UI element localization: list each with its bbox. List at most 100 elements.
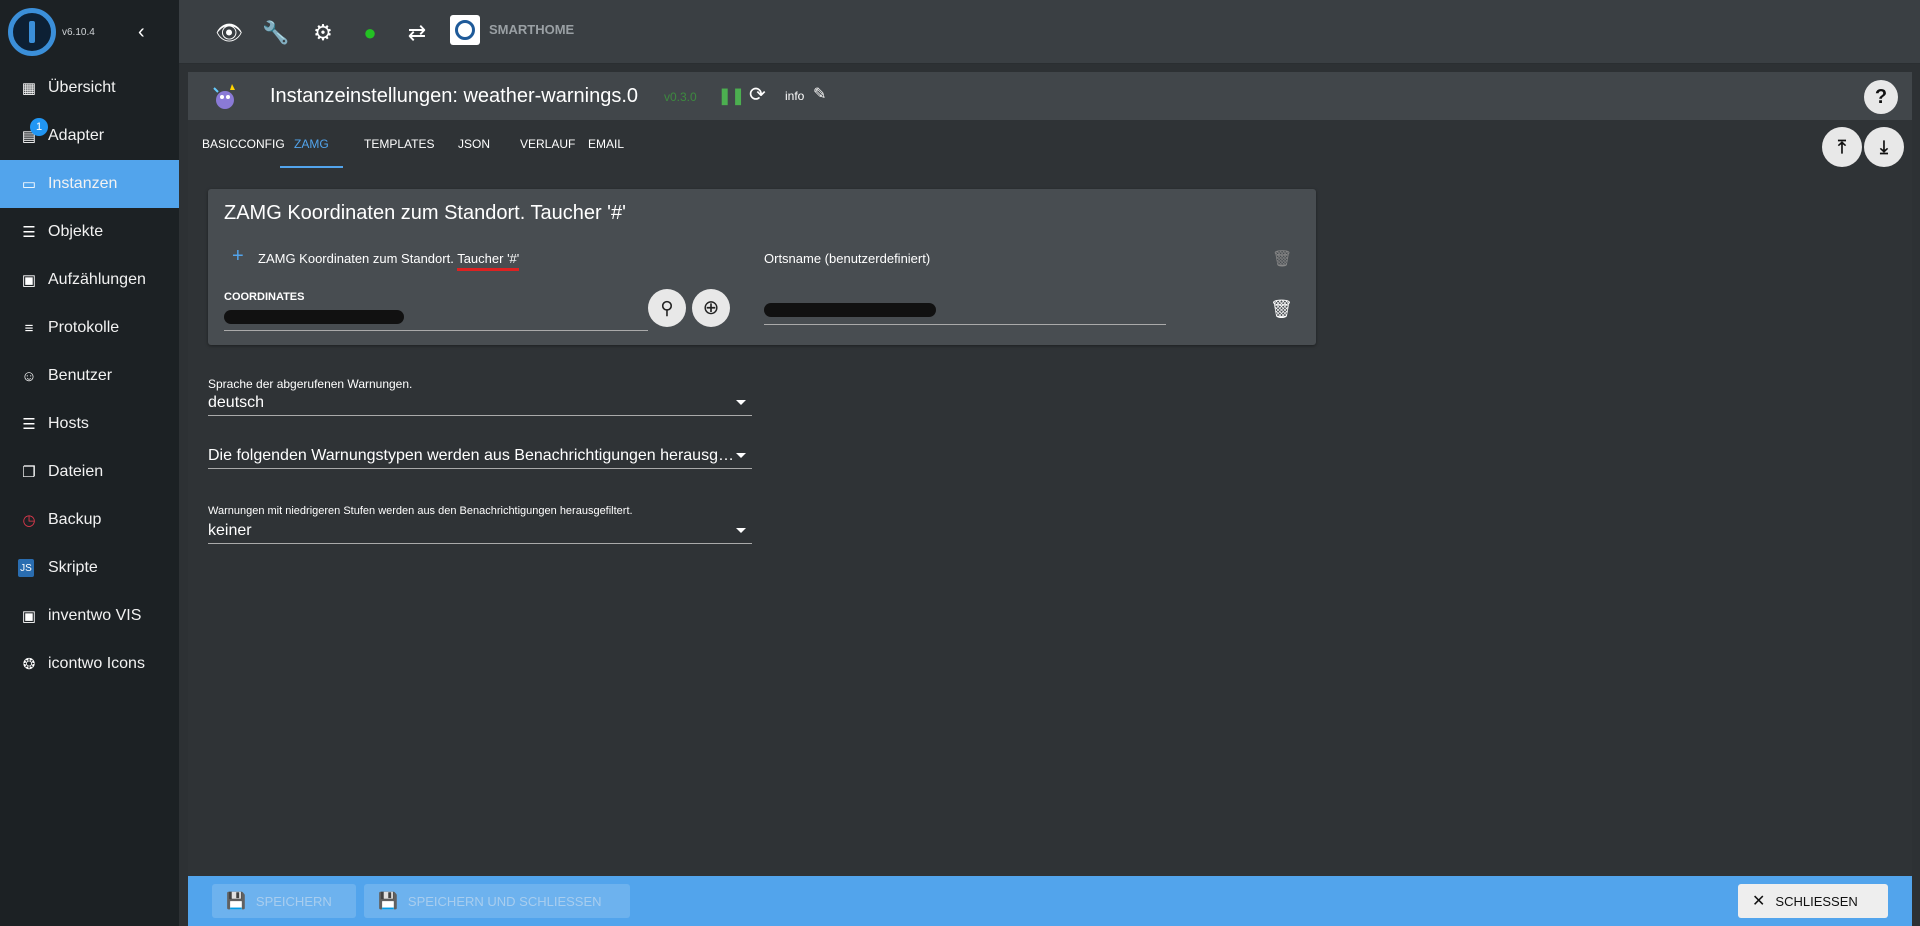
close-icon: ✕ [1752,893,1766,910]
column-header-prefix: ZAMG Koordinaten zum Standort. [258,251,458,266]
zamg-coordinates-table: ZAMG Koordinaten zum Standort. Taucher '… [208,189,1316,345]
warning-types-filter-select[interactable]: Die folgenden Warnungstypen werden aus B… [208,443,752,469]
tab-templates[interactable]: TEMPLATES [350,120,448,168]
js-icon: JS [18,559,34,577]
panel-title: ZAMG Koordinaten zum Standort. Taucher '… [224,202,626,224]
smarthome-logo[interactable] [450,15,480,45]
sidebar: v6.10.4 ‹ ▦ Übersicht ▤ Adapter 1 ▭ Instanzen ☰… [0,0,179,926]
sidebar-item-hosts[interactable]: ☰ Hosts [0,400,179,448]
collapse-menu-icon[interactable]: ‹ [138,21,145,44]
sidebar-header: v6.10.4 ‹ [0,0,179,64]
coordinates-label: COORDINATES [224,291,305,303]
redacted-location-name [764,303,936,317]
instance-settings-dialog: Instanzeinstellungen: weather-warnings.0… [188,72,1912,926]
delete-row-icon[interactable]: 🗑 [1270,299,1293,320]
list-icon: ☰ [22,224,36,241]
dialog-header: Instanzeinstellungen: weather-warnings.0… [188,72,1912,120]
save-button-label: SPEICHERN [255,893,332,909]
sidebar-item-instanzen[interactable]: ▭ Instanzen [0,160,179,208]
level-filter-value: keiner [208,522,252,539]
column-header-location-name: Ortsname (benutzerdefiniert) [764,251,931,266]
column-header-coordinates: ZAMG Koordinaten zum Standort. Taucher '… [258,251,520,271]
enums-icon: ▣ [21,272,37,289]
sidebar-item-dateien[interactable]: ❐ Dateien [0,448,179,496]
my-location-icon[interactable]: ⊕ [692,289,730,327]
user-icon: ☺ [21,367,37,385]
sidebar-item-label: Aufzählungen [48,271,146,288]
edit-pencil-icon[interactable]: ✎ [813,84,826,104]
eye-icon[interactable]: 👁 [215,20,243,46]
sidebar-item-protokolle[interactable]: ≡ Protokolle [0,304,179,352]
hosts-icon: ☰ [22,416,36,433]
language-select[interactable]: deutsch [208,390,752,416]
level-filter-label: Warnungen mit niedrigeren Stufen werden … [208,505,633,517]
sidebar-item-label: Backup [48,511,102,528]
sidebar-item-label: Übersicht [48,79,116,96]
iobroker-logo[interactable] [8,8,56,56]
dialog-title: Instanzeinstellungen: weather-warnings.0 [270,85,638,107]
brand-title: SMARTHOME [489,22,575,37]
version-label: v6.10.4 [62,27,95,38]
backup-icon: ◷ [22,512,36,529]
pause-icon[interactable]: ❚❚ [718,86,745,106]
reload-icon[interactable]: ⟳ [749,82,766,107]
sidebar-item-label: Instanzen [48,175,118,192]
logs-icon: ≡ [24,319,34,337]
sidebar-item-objekte[interactable]: ☰ Objekte [0,208,179,256]
nav-list: ▦ Übersicht ▤ Adapter 1 ▭ Instanzen ☰ Objekte ▣ Au… [0,64,179,688]
tab-zamg[interactable]: ZAMG [280,120,343,168]
adapter-version: v0.3.0 [664,90,697,104]
update-count-badge: 1 [30,118,48,136]
close-button[interactable]: ✕ SCHLIESSEN [1738,884,1888,918]
sidebar-item-label: Benutzer [48,367,113,384]
sidebar-item-label: Objekte [48,223,104,240]
wrench-icon[interactable]: 🔧 [262,20,289,46]
sidebar-item-label: Protokolle [48,319,120,336]
redacted-coordinates [224,310,404,324]
dialog-footer: 💾 SPEICHERN 💾 SPEICHERN UND SCHLIESSEN ✕… [188,876,1912,926]
help-icon[interactable]: ? [1864,80,1898,114]
dropdown-arrow-icon [736,453,746,458]
sidebar-item-übersicht[interactable]: ▦ Übersicht [0,64,179,112]
add-row-icon[interactable]: + [232,245,244,268]
top-toolbar: 👁 🔧 ⚙ ● ⇄ SMARTHOME [179,0,1920,64]
upload-config-icon[interactable]: ⤒ [1822,127,1862,167]
tab-json[interactable]: JSON [444,120,504,168]
dropdown-arrow-icon [736,528,746,533]
sidebar-item-aufzählungen[interactable]: ▣ Aufzählungen [0,256,179,304]
language-label: Sprache der abgerufenen Warnungen. [208,377,413,391]
delete-all-icon[interactable]: 🗑 [1272,249,1292,269]
sidebar-item-inventwo-vis[interactable]: ▣ inventwo VIS [0,592,179,640]
instances-icon: ▭ [21,176,37,193]
sidebar-item-label: Adapter [48,127,105,144]
level-filter-select[interactable]: keiner [208,518,752,544]
sidebar-item-skripte[interactable]: JS Skripte [0,544,179,592]
download-config-icon[interactable]: ⤓ [1864,127,1904,167]
sidebar-item-adapter[interactable]: ▤ Adapter 1 [0,112,179,160]
sidebar-item-icontwo-icons[interactable]: ❂ icontwo Icons [0,640,179,688]
sidebar-item-label: icontwo Icons [48,655,145,672]
icontwo-icon: ❂ [22,656,36,673]
apps-icon: ▦ [21,80,37,97]
expert-mode-icon[interactable]: ● [357,20,383,46]
files-icon: ❐ [22,464,36,481]
map-pin-icon[interactable]: ⚲ [648,289,686,327]
save-and-close-button-label: SPEICHERN UND SCHLIESSEN [407,893,602,909]
tab-bar: BASICCONFIG ZAMG TEMPLATES JSON VERLAUF EMAIL [188,120,1912,168]
warning-types-filter-value: Die folgenden Warnungstypen werden aus B… [208,447,742,464]
vis-icon: ▣ [21,608,37,625]
gear-icon[interactable]: ⚙ [310,20,336,46]
close-button-label: SCHLIESSEN [1775,893,1858,909]
sidebar-item-benutzer[interactable]: ☺ Benutzer [0,352,179,400]
floppy-disk-icon: 💾 [378,893,398,910]
sync-icon[interactable]: ⇄ [404,20,430,46]
tab-email[interactable]: EMAIL [574,120,638,168]
sidebar-item-label: Hosts [48,415,89,432]
info-label: info [785,89,805,103]
dropdown-arrow-icon [736,400,746,405]
save-button[interactable]: 💾 SPEICHERN [212,884,356,918]
floppy-disk-icon: 💾 [226,893,246,910]
save-and-close-button[interactable]: 💾 SPEICHERN UND SCHLIESSEN [364,884,630,918]
sidebar-item-label: inventwo VIS [48,607,142,624]
sidebar-item-backup[interactable]: ◷ Backup [0,496,179,544]
